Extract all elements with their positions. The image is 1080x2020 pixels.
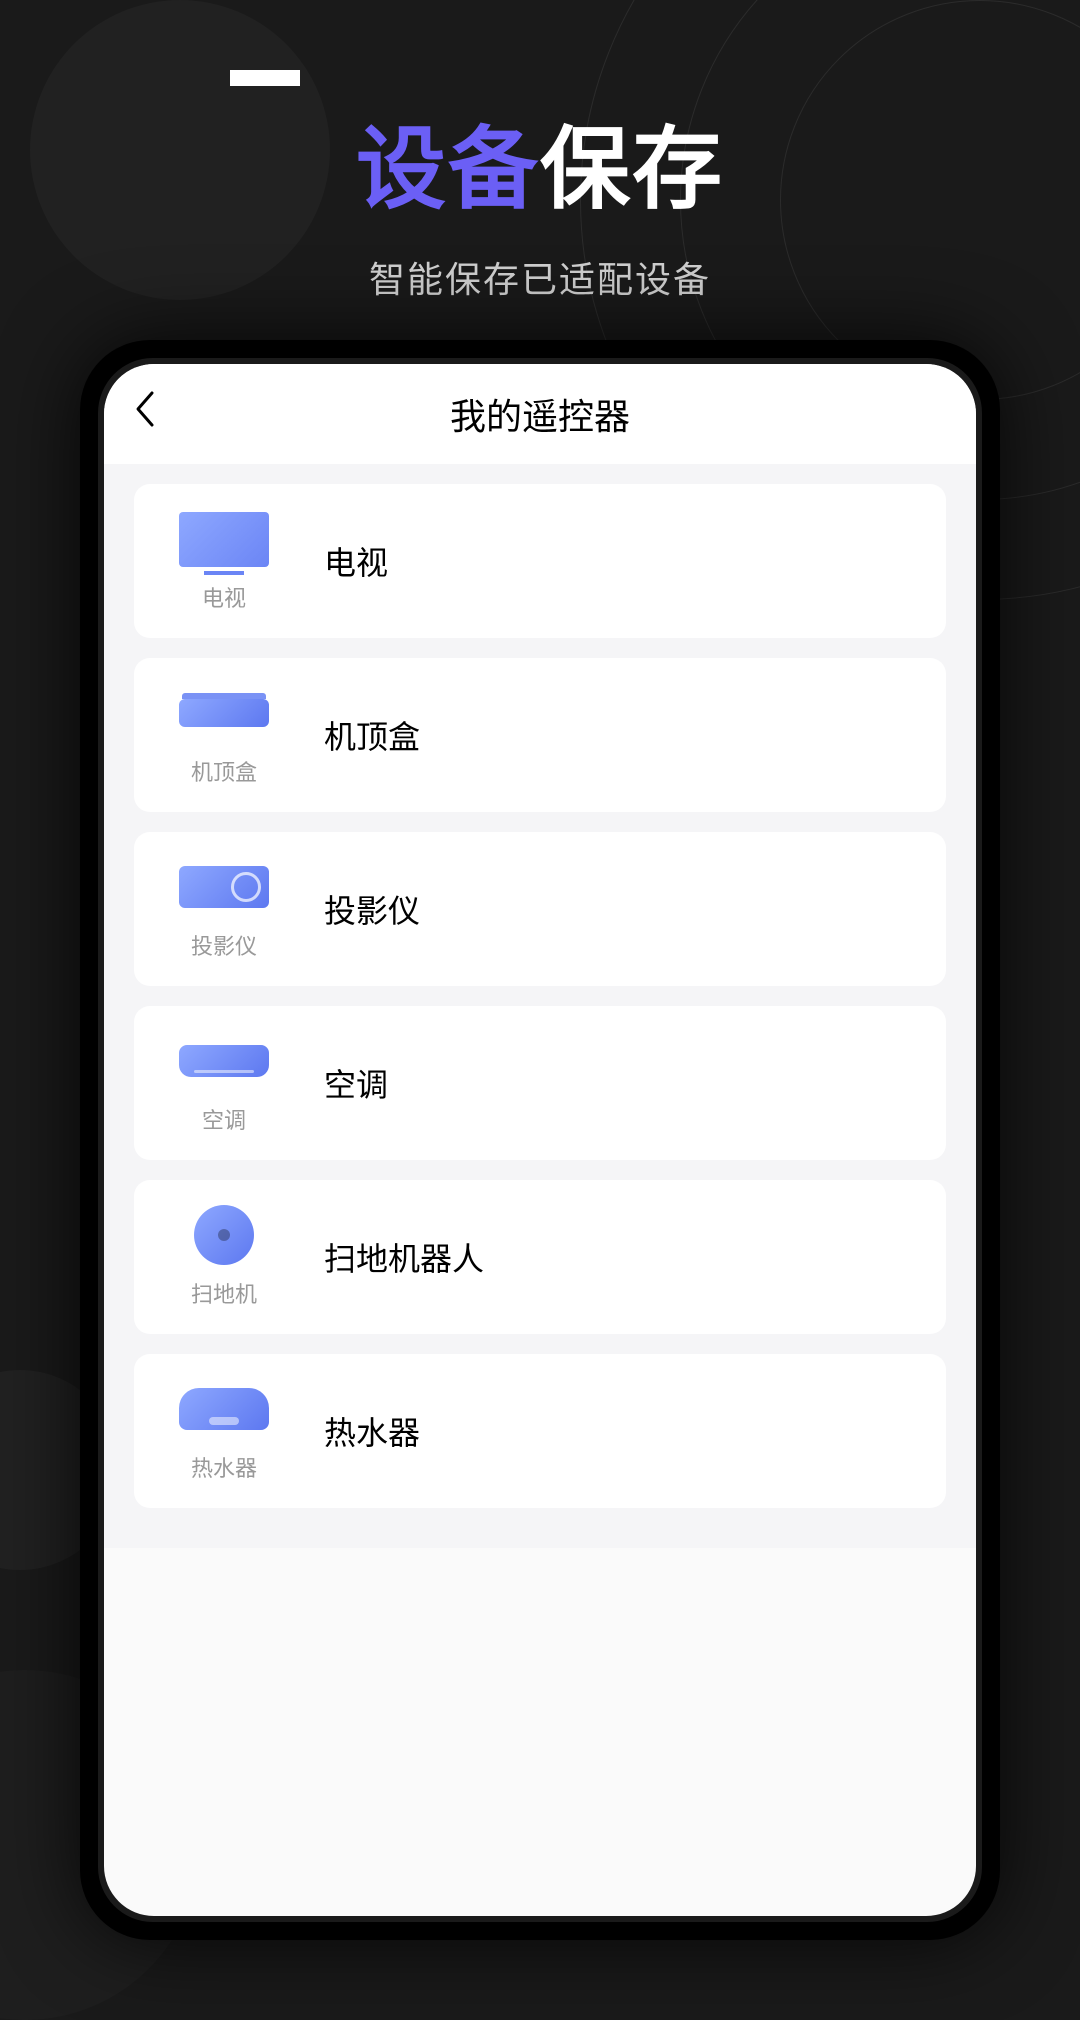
phone-screen: 我的遥控器 电视 电视 机顶盒 xyxy=(104,364,976,1916)
chevron-left-icon xyxy=(134,389,158,429)
app-title: 我的遥控器 xyxy=(134,388,946,440)
device-name: 电视 xyxy=(324,538,388,584)
title-accent: 设备 xyxy=(356,120,540,220)
page-title: 设备保存 xyxy=(0,96,1080,226)
device-item-projector[interactable]: 投影仪 投影仪 xyxy=(134,832,946,986)
page-subtitle: 智能保存已适配设备 xyxy=(0,251,1080,303)
device-item-heater[interactable]: 热水器 热水器 xyxy=(134,1354,946,1508)
phone-bezel: 我的遥控器 电视 电视 机顶盒 xyxy=(98,358,982,1922)
device-icon-wrap: 空调 xyxy=(164,1031,284,1135)
device-icon-label: 电视 xyxy=(202,581,246,613)
device-item-robot[interactable]: 扫地机 扫地机器人 xyxy=(134,1180,946,1334)
device-icon-label: 扫地机 xyxy=(191,1277,257,1309)
settop-box-icon xyxy=(179,683,269,743)
device-item-ac[interactable]: 空调 空调 xyxy=(134,1006,946,1160)
device-item-tv[interactable]: 电视 电视 xyxy=(134,484,946,638)
device-name: 投影仪 xyxy=(324,886,420,932)
device-list: 电视 电视 机顶盒 机顶盒 投影仪 xyxy=(104,464,976,1548)
device-icon-label: 机顶盒 xyxy=(191,755,257,787)
promo-header: 设备保存 智能保存已适配设备 xyxy=(0,0,1080,303)
device-name: 机顶盒 xyxy=(324,712,420,758)
back-button[interactable] xyxy=(134,389,158,439)
device-icon-label: 空调 xyxy=(202,1103,246,1135)
device-icon-wrap: 机顶盒 xyxy=(164,683,284,787)
device-icon-wrap: 扫地机 xyxy=(164,1205,284,1309)
device-icon-label: 热水器 xyxy=(191,1451,257,1483)
device-name: 空调 xyxy=(324,1060,388,1106)
device-item-settop[interactable]: 机顶盒 机顶盒 xyxy=(134,658,946,812)
phone-mockup: 我的遥控器 电视 电视 机顶盒 xyxy=(80,340,1000,1940)
device-icon-wrap: 电视 xyxy=(164,509,284,613)
device-name: 扫地机器人 xyxy=(324,1234,484,1280)
device-icon-label: 投影仪 xyxy=(191,929,257,961)
app-header: 我的遥控器 xyxy=(104,364,976,464)
device-name: 热水器 xyxy=(324,1408,420,1454)
tv-icon xyxy=(179,509,269,569)
device-icon-wrap: 热水器 xyxy=(164,1379,284,1483)
projector-icon xyxy=(179,857,269,917)
robot-vacuum-icon xyxy=(179,1205,269,1265)
air-conditioner-icon xyxy=(179,1031,269,1091)
water-heater-icon xyxy=(179,1379,269,1439)
title-white: 保存 xyxy=(540,120,724,220)
header-accent-bar xyxy=(230,70,300,86)
device-icon-wrap: 投影仪 xyxy=(164,857,284,961)
